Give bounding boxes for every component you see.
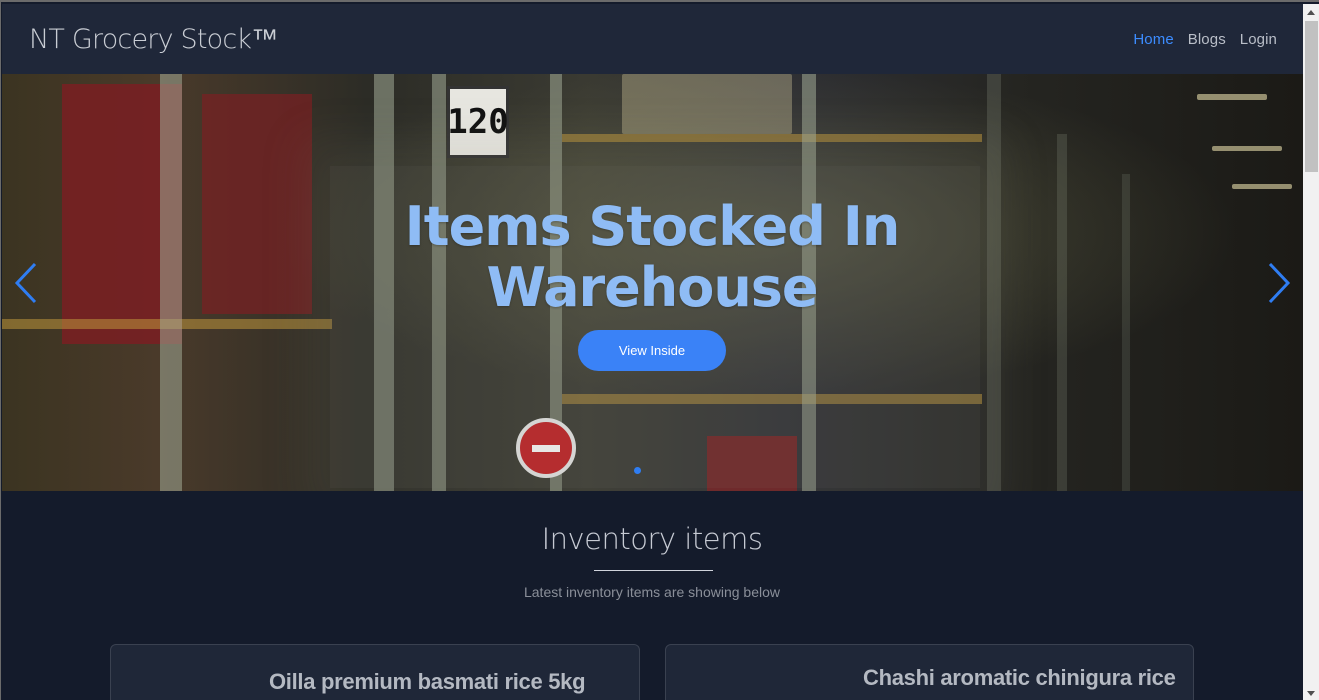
scroll-up-icon[interactable] <box>1307 10 1315 15</box>
nav-link-home[interactable]: Home <box>1133 31 1173 48</box>
card-title: Oilla premium basmati rice 5kg <box>269 669 586 694</box>
title-divider <box>594 570 713 571</box>
view-inside-button[interactable]: View Inside <box>578 330 726 371</box>
shelf-post <box>987 74 1001 491</box>
warehouse-light <box>622 74 792 134</box>
aisle-sign: 120 <box>447 86 509 158</box>
warehouse-light <box>1212 146 1282 151</box>
warehouse-light <box>1232 184 1292 189</box>
shelf-post <box>160 74 182 491</box>
shelf-beam <box>562 134 982 142</box>
page-scrollbar[interactable] <box>1303 4 1319 700</box>
scrollbar-thumb[interactable] <box>1305 21 1318 172</box>
hero-title: Items Stocked In Warehouse <box>404 195 901 319</box>
warehouse-boxes <box>202 94 312 314</box>
carousel-prev-icon[interactable] <box>13 262 39 304</box>
browser-viewport: NT Grocery Stock™ Home Blogs Login 120 I… <box>0 0 1319 700</box>
warehouse-light <box>1197 94 1267 100</box>
nav-link-login[interactable]: Login <box>1240 31 1277 48</box>
inventory-card: Oilla premium basmati rice 5kg <box>110 644 640 700</box>
nav-links: Home Blogs Login <box>1133 31 1277 48</box>
inventory-card: Chashi aromatic chinigura rice <box>665 644 1194 700</box>
shelf-post <box>1057 134 1067 491</box>
card-title: Chashi aromatic chinigura rice <box>863 665 1176 690</box>
shelf-post <box>1122 174 1130 491</box>
hero-carousel: 120 Items Stocked In Warehouse View Insi… <box>2 74 1303 491</box>
inventory-title: Inventory items <box>541 522 763 556</box>
nav-link-blogs[interactable]: Blogs <box>1188 31 1226 48</box>
carousel-next-icon[interactable] <box>1266 262 1292 304</box>
navbar: NT Grocery Stock™ Home Blogs Login <box>2 4 1303 74</box>
inventory-subtitle: Latest inventory items are showing below <box>523 584 781 600</box>
brand-logo[interactable]: NT Grocery Stock™ <box>29 24 278 55</box>
scroll-down-icon[interactable] <box>1307 691 1315 696</box>
carousel-indicator[interactable] <box>634 467 641 474</box>
